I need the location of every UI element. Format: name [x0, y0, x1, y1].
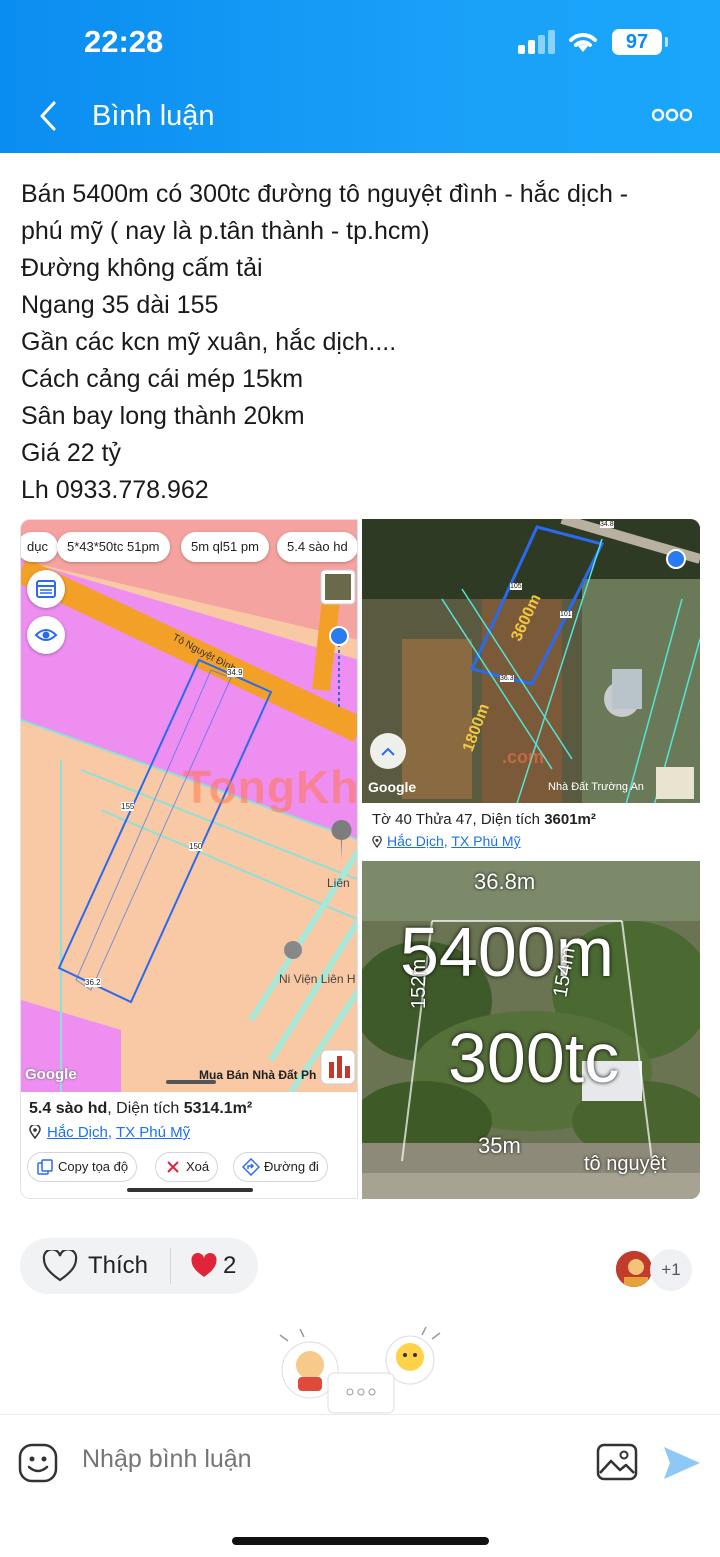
heart-reaction-icon	[191, 1253, 217, 1277]
post-line: Gần các kcn mỹ xuân, hắc dịch....	[21, 328, 397, 356]
battery-indicator: 97	[612, 29, 668, 55]
plot-label: 105	[510, 583, 522, 590]
wifi-icon	[569, 33, 597, 52]
poi-label: Liên	[327, 876, 350, 890]
land-photo[interactable]: 36.8m 5400m 300tc 152m 154m 35m tô nguyệ…	[362, 861, 700, 1199]
card-handle	[127, 1188, 253, 1192]
home-indicator	[232, 1537, 489, 1545]
signal-icon	[518, 30, 558, 54]
delete-button[interactable]: Xoá	[155, 1152, 219, 1182]
aerial-image[interactable]: 3600m 1800m 34.8 105 101 36.3 Google Nhà…	[362, 519, 700, 857]
heart-count[interactable]: 2	[223, 1252, 236, 1280]
heart-outline-icon[interactable]	[42, 1250, 78, 1282]
poi-label: Ni Viện Liên H	[279, 972, 356, 986]
close-icon	[167, 1161, 179, 1173]
photo-area-label: 5400m	[400, 913, 615, 991]
map-chip[interactable]: 5m ql51 pm	[181, 532, 269, 562]
pin-icon	[29, 1123, 41, 1140]
post-content: Bán 5400m có 300tc đường tô nguyệt đình …	[21, 176, 706, 509]
directions-button[interactable]: Đường đi	[233, 1152, 328, 1182]
page-title: Bình luận	[92, 100, 215, 132]
comment-composer	[0, 1414, 720, 1557]
photo-tc-label: 300tc	[448, 1019, 620, 1097]
post-line: Ngang 35 dài 155	[21, 291, 219, 319]
plot-label: 34.9	[227, 668, 243, 677]
app-header: 22:28 97 Bình luận	[0, 0, 720, 153]
aerial-info-card[interactable]: Tờ 40 Thửa 47, Diện tích 3601m² Hắc Dịch…	[362, 803, 700, 857]
copy-icon	[37, 1159, 53, 1175]
post-image-grid[interactable]: dục 5*43*50tc 51pm 5m ql51 pm 5.4 sào hd…	[20, 519, 700, 1199]
directions-icon	[242, 1158, 260, 1176]
map-chip[interactable]: 5*43*50tc 51pm	[57, 532, 170, 562]
calendar-icon[interactable]	[27, 570, 65, 608]
plot-label: 36.2	[85, 978, 101, 987]
watermark-com: .com	[502, 747, 545, 767]
like-pill[interactable]: Thích 2	[20, 1238, 258, 1294]
aerial-card-title: Tờ 40 Thửa 47, Diện tích 3601m²	[372, 811, 596, 828]
google-logo: Google	[368, 779, 417, 795]
post-line: Giá 22 tỷ	[21, 439, 122, 467]
watermark-label: Mua Bán Nhà Đất Ph	[199, 1068, 317, 1082]
more-options-icon[interactable]	[652, 106, 692, 124]
photo-top-label: 36.8m	[474, 869, 536, 894]
aerial-card-location[interactable]: Hắc Dịch, TX Phú Mỹ	[372, 833, 521, 849]
plot-label: 34.8	[600, 521, 614, 528]
post-line: Đường không cấm tải	[21, 254, 263, 282]
post-line: Cách cảng cái mép 15km	[21, 365, 304, 393]
post-line: Bán 5400m có 300tc đường tô nguyệt đình …	[21, 180, 629, 208]
pin-icon	[372, 835, 382, 849]
plot-label: 36.3	[500, 675, 514, 682]
like-divider	[170, 1248, 171, 1284]
copy-coords-button[interactable]: Copy tọa độ	[27, 1152, 138, 1182]
send-icon[interactable]	[662, 1445, 702, 1481]
google-logo: Google	[25, 1066, 77, 1083]
post-line: Sân bay long thành 20km	[21, 402, 305, 430]
plot-label: 101	[560, 611, 572, 618]
like-button-label[interactable]: Thích	[88, 1252, 148, 1280]
map-card-location[interactable]: Hắc Dịch, TX Phú Mỹ	[29, 1123, 190, 1141]
tongkho-watermark: TongKhoBDS	[183, 761, 358, 813]
photo-left-label: 152m	[408, 958, 430, 1009]
map-image[interactable]: dục 5*43*50tc 51pm 5m ql51 pm 5.4 sào hd…	[20, 519, 358, 1199]
comment-input[interactable]	[82, 1445, 562, 1474]
more-reactors-badge[interactable]: +1	[650, 1249, 692, 1291]
image-attach-icon[interactable]	[596, 1443, 638, 1481]
plot-label: 150	[189, 842, 203, 851]
map-chip[interactable]: dục	[21, 532, 58, 562]
map-location-card[interactable]: 5.4 sào hd, Diện tích 5314.1m² Hắc Dịch,…	[21, 1092, 357, 1198]
photo-bottom-label: 35m	[478, 1133, 521, 1158]
post-line: phú mỹ ( nay là p.tân thành - tp.hcm)	[21, 217, 430, 245]
emoji-icon[interactable]	[18, 1443, 58, 1483]
photo-road-label: tô nguyệt	[584, 1153, 667, 1175]
back-icon[interactable]	[34, 99, 64, 133]
plot-label: 155	[121, 802, 135, 811]
map-card-title: 5.4 sào hd, Diện tích 5314.1m²	[29, 1100, 253, 1117]
post-line: Lh 0933.778.962	[21, 476, 209, 504]
eye-icon[interactable]	[27, 616, 65, 654]
status-time: 22:28	[84, 24, 164, 59]
map-chip[interactable]: 5.4 sào hd	[277, 532, 357, 562]
credit-label: Nhà Đất Trường An	[548, 781, 644, 793]
sticker-illustration[interactable]	[270, 1325, 450, 1420]
avatar[interactable]	[614, 1249, 654, 1289]
